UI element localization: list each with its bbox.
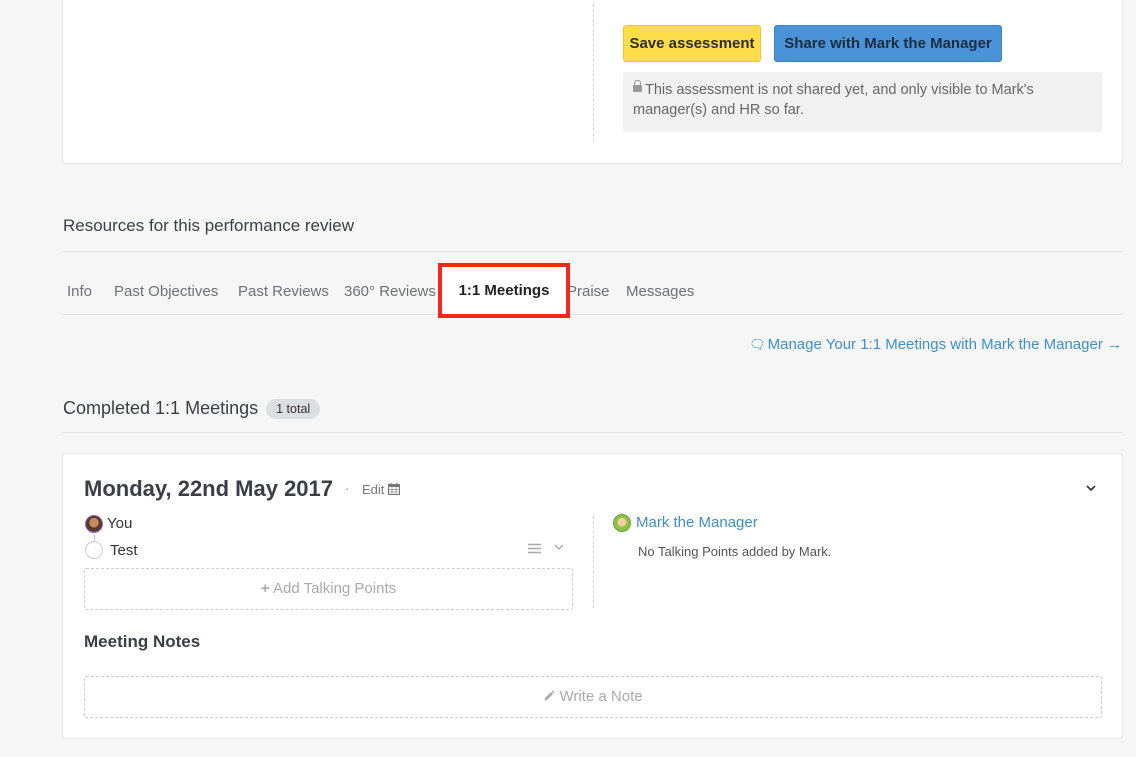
edit-date-link[interactable]: Edit [362, 482, 401, 497]
manager-name-link[interactable]: Mark the Manager [636, 514, 758, 531]
divider [62, 432, 1123, 433]
assessment-card: Save assessment Share with Mark the Mana… [62, 0, 1123, 164]
chevron-down-icon[interactable] [554, 542, 564, 554]
manage-meetings-label: Manage Your 1:1 Meetings with Mark the M… [767, 336, 1122, 353]
total-badge: 1 total [266, 399, 321, 419]
divider [62, 251, 1123, 252]
manager-no-talking-points: No Talking Points added by Mark. [638, 544, 832, 559]
save-assessment-button[interactable]: Save assessment [623, 25, 761, 62]
chevron-down-icon[interactable] [1086, 481, 1096, 495]
tab-praise[interactable]: Praise [567, 283, 610, 300]
edit-label: Edit [362, 482, 385, 497]
tabs-underline [62, 314, 1123, 315]
calendar-icon [388, 482, 401, 497]
talking-point-text: Test [110, 542, 138, 559]
resources-title: Resources for this performance review [63, 216, 355, 235]
column-divider [593, 4, 594, 141]
pencil-icon [543, 688, 559, 705]
tab-info[interactable]: Info [67, 283, 92, 300]
meeting-card: Monday, 22nd May 2017 · Edit You Test + … [62, 453, 1123, 739]
share-notice: This assessment is not shared yet, and o… [623, 72, 1102, 132]
write-note-label: Write a Note [559, 688, 643, 705]
write-note-button[interactable]: Write a Note [84, 676, 1102, 718]
share-with-manager-button[interactable]: Share with Mark the Manager [774, 25, 1002, 62]
add-talking-points-button[interactable]: + Add Talking Points [84, 568, 573, 610]
add-talking-points-label: Add Talking Points [272, 580, 397, 597]
manage-meetings-link[interactable]: 🗨 Manage Your 1:1 Meetings with Mark the … [749, 336, 1122, 353]
share-notice-text: This assessment is not shared yet, and o… [633, 82, 1034, 118]
lock-icon [633, 80, 642, 94]
meeting-notes-title: Meeting Notes [84, 632, 201, 651]
tab-past-objectives[interactable]: Past Objectives [114, 283, 218, 300]
column-divider [593, 516, 594, 608]
tab-past-reviews[interactable]: Past Reviews [238, 283, 329, 300]
chat-icon: 🗨 [749, 337, 766, 352]
meeting-date: Monday, 22nd May 2017 [84, 476, 334, 501]
completed-meetings-title: Completed 1:1 Meetings 1 total [63, 398, 321, 419]
tab-360-reviews[interactable]: 360° Reviews [344, 283, 436, 300]
manager-avatar [613, 514, 631, 532]
user-avatar [85, 515, 103, 533]
you-label: You [107, 515, 133, 532]
tab-messages[interactable]: Messages [626, 283, 694, 300]
separator-dot: · [345, 480, 350, 496]
menu-icon[interactable] [528, 541, 541, 558]
plus-icon: + [260, 580, 270, 597]
talking-point-checkbox[interactable] [85, 541, 103, 559]
tab-1on1-meetings[interactable]: 1:1 Meetings [438, 263, 570, 318]
completed-meetings-label: Completed 1:1 Meetings [63, 398, 259, 418]
